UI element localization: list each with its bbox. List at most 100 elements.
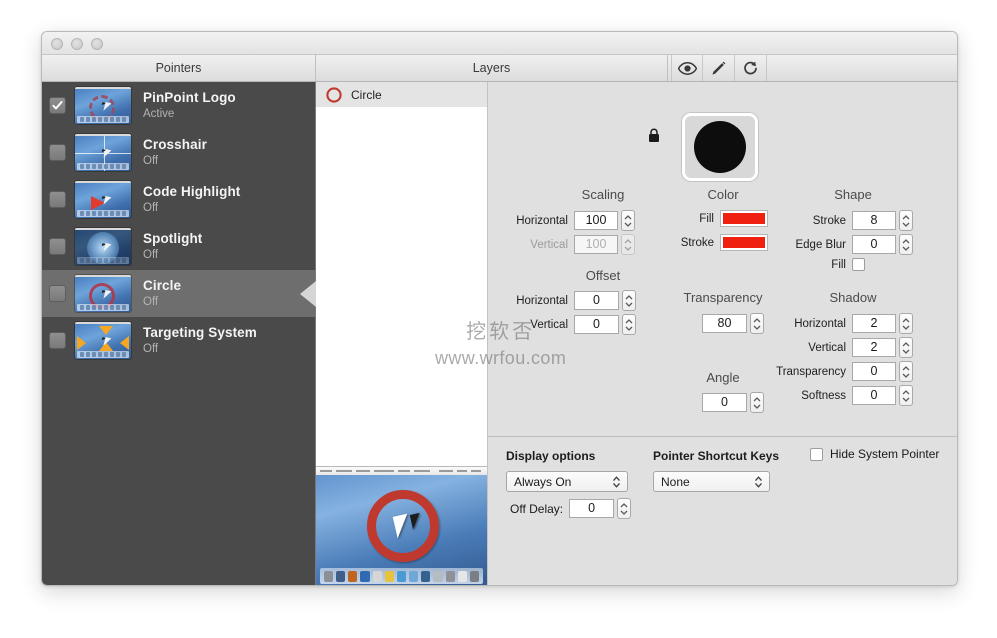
color-fill-label: Fill [699,212,714,225]
scaling-vertical-label: Vertical [530,238,568,251]
pointer-item-circle[interactable]: Circle Off [42,270,315,317]
chevron-up-icon [625,318,633,323]
scaling-horizontal-stepper[interactable] [621,210,635,231]
layers-title: Layers [472,61,511,75]
shadow-transparency-input[interactable]: 0 [852,362,896,381]
pointer-item-targeting-system[interactable]: Targeting System Off [42,317,315,364]
shape-edge-blur-stepper[interactable] [899,234,913,255]
offset-vertical-field: Vertical 0 [504,314,636,335]
pointer-name: Crosshair [143,137,207,153]
shadow-softness-input[interactable]: 0 [852,386,896,405]
pointer-state: Active [143,107,175,120]
pointer-item-crosshair[interactable]: Crosshair Off [42,129,315,176]
shadow-vertical-input[interactable]: 2 [852,338,896,357]
display-options-title: Display options [506,449,596,463]
shape-stroke-stepper[interactable] [899,210,913,231]
inspector-column: Scaling Horizontal 100 Vertical 100 Offs… [488,82,957,585]
pointer-item-code-highlight[interactable]: Code Highlight Off [42,176,315,223]
color-stroke-field: Stroke [668,234,768,251]
toolbar [668,55,957,81]
shortcut-keys-select[interactable]: None [653,471,770,492]
transparency-input[interactable]: 80 [702,314,747,333]
offset-vertical-stepper[interactable] [622,314,636,335]
eye-icon [677,61,697,75]
shape-edge-blur-input[interactable]: 0 [852,235,896,254]
shape-fill-field: Fill [782,258,865,271]
scaling-group-title: Scaling [581,187,625,202]
display-mode-select[interactable]: Always On [506,471,628,492]
scaling-horizontal-label: Horizontal [516,214,568,227]
chevron-up-icon [625,294,633,299]
off-delay-input[interactable]: 0 [569,499,615,518]
chevron-down-icon [624,246,632,251]
chevron-up-icon [624,214,632,219]
shadow-transparency-stepper[interactable] [899,361,913,382]
shortcut-keys-title: Pointer Shortcut Keys [653,449,780,463]
scaling-horizontal-input[interactable]: 100 [574,211,618,230]
offset-horizontal-input[interactable]: 0 [574,291,619,310]
shadow-transparency-field: Transparency 0 [760,361,913,382]
pointer-enable-checkbox[interactable] [49,191,66,208]
offset-horizontal-stepper[interactable] [622,290,636,311]
color-group-title: Color [707,187,739,202]
pointer-item-spotlight[interactable]: Spotlight Off [42,223,315,270]
checkmark-icon [52,101,63,110]
panel-header-bar: Pointers Layers [42,55,957,82]
pointer-enable-checkbox[interactable] [49,238,66,255]
close-button[interactable] [51,38,63,50]
angle-field: 0 [702,392,764,413]
hide-system-pointer-field[interactable]: Hide System Pointer [810,447,945,461]
shadow-softness-label: Softness [801,389,846,402]
shadow-horizontal-label: Horizontal [794,317,846,330]
layers-column: Circle [316,82,488,585]
pointer-enable-checkbox[interactable] [49,332,66,349]
pointer-enable-checkbox[interactable] [49,97,66,114]
pinpoint-window: Pointers Layers PinPoint Logo Active Cro… [41,31,958,586]
pointer-enable-checkbox[interactable] [49,285,66,302]
scaling-lock-toggle[interactable] [648,128,660,148]
shadow-vertical-stepper[interactable] [899,337,913,358]
pointers-title: Pointers [155,61,202,75]
reset-icon-button[interactable] [735,55,767,81]
chevron-down-icon [902,325,910,330]
select-arrows-icon [754,475,763,492]
color-stroke-swatch[interactable] [720,234,768,251]
zoom-button[interactable] [91,38,103,50]
pencil-icon [712,61,726,75]
pointer-enable-checkbox[interactable] [49,144,66,161]
offset-vertical-input[interactable]: 0 [574,315,619,334]
shadow-softness-stepper[interactable] [899,385,913,406]
shape-fill-checkbox[interactable] [852,258,865,271]
off-delay-field: Off Delay: 0 [510,498,632,519]
pointer-thumbnail [75,322,131,359]
pointers-header: Pointers [42,55,316,81]
shadow-horizontal-stepper[interactable] [899,313,913,334]
color-fill-swatch[interactable] [720,210,768,227]
off-delay-stepper[interactable] [617,498,632,519]
angle-input[interactable]: 0 [702,393,747,412]
pointer-item-pinpoint-logo[interactable]: PinPoint Logo Active [42,82,315,129]
shortcut-keys-value: None [661,474,690,489]
minimize-button[interactable] [71,38,83,50]
shape-stroke-input[interactable]: 8 [852,211,896,230]
preview-menubar [316,467,487,475]
window-titlebar [42,32,957,55]
transparency-group-title: Transparency [683,290,763,305]
circle-outline-icon [326,86,342,103]
offset-vertical-label: Vertical [530,318,568,331]
chevron-down-icon [625,302,633,307]
chevron-down-icon [620,510,628,515]
options-panel: Display options Always On Off Delay: 0 P… [488,437,957,585]
layer-item-circle[interactable]: Circle [316,82,487,107]
chevron-down-icon [902,246,910,251]
eye-icon-button[interactable] [671,55,703,81]
pencil-icon-button[interactable] [703,55,735,81]
chevron-up-icon [902,214,910,219]
shadow-transparency-label: Transparency [776,365,846,378]
pointer-thumbnail [75,134,131,171]
offset-horizontal-label: Horizontal [516,294,568,307]
chevron-up-icon [902,341,910,346]
shadow-horizontal-input[interactable]: 2 [852,314,896,333]
pointer-name: Code Highlight [143,184,241,200]
hide-system-pointer-checkbox[interactable] [810,447,823,461]
